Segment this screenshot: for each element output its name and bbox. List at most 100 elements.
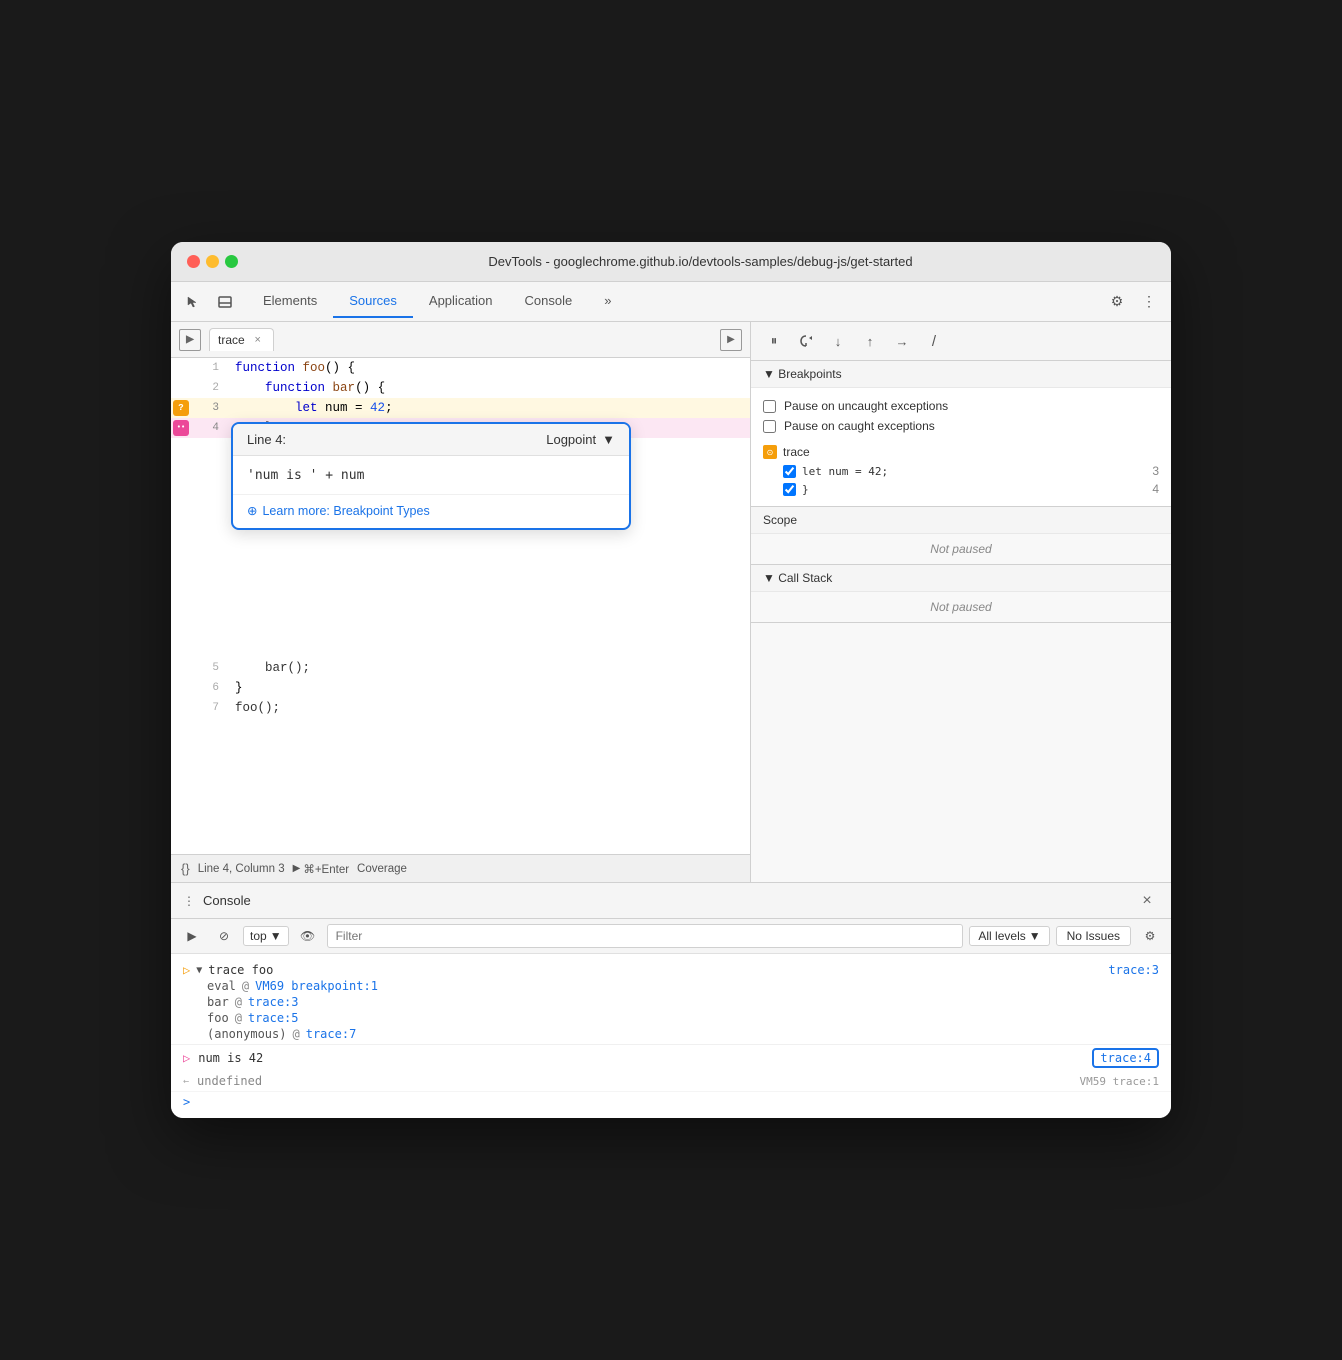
console-settings-icon[interactable]: ⚙ <box>1137 923 1163 949</box>
context-dropdown[interactable]: top ▼ <box>243 926 289 946</box>
code-line-6: 6 } <box>171 678 750 698</box>
step-over-button[interactable] <box>793 328 819 354</box>
context-dropdown-icon: ▼ <box>270 929 282 943</box>
console-close-button[interactable]: × <box>1135 889 1159 913</box>
more-options-icon[interactable]: ⋮ <box>1135 288 1163 316</box>
breakpoints-header[interactable]: ▼ Breakpoints <box>751 361 1171 388</box>
breakpoints-content: Pause on uncaught exceptions Pause on ca… <box>751 388 1171 506</box>
trace-sub-name-anon: (anonymous) <box>207 1027 286 1041</box>
gutter-5 <box>171 658 191 678</box>
trace-group: ▷ ▼ trace foo trace:3 eval @ VM69 breakp… <box>171 960 1171 1044</box>
deactivate-breakpoints-button[interactable]: / <box>921 328 947 354</box>
tab-application[interactable]: Application <box>413 285 509 318</box>
trace-sub-name-foo: foo <box>207 1011 229 1025</box>
logpoint-dropdown-icon: ▼ <box>602 432 615 447</box>
line-content-7: foo(); <box>231 698 750 718</box>
gutter-6 <box>171 678 191 698</box>
bp-line-num-2: 4 <box>1152 482 1159 496</box>
step-button[interactable]: → <box>889 328 915 354</box>
trace-link-eval[interactable]: VM69 breakpoint:1 <box>255 979 378 993</box>
call-stack-header[interactable]: ▼ Call Stack <box>751 565 1171 592</box>
trace-toggle-icon[interactable]: ▼ <box>196 965 202 976</box>
tab-console[interactable]: Console <box>509 285 589 318</box>
breakpoint-item-2: } 4 <box>763 480 1159 498</box>
logpoint-popup: Line 4: Logpoint ▼ ⊕ Learn more: Breakpo… <box>231 422 631 530</box>
minimize-button[interactable] <box>206 255 219 268</box>
output-link[interactable]: trace:4 <box>1092 1048 1159 1068</box>
breakpoint-item-1: let num = 42; 3 <box>763 462 1159 480</box>
code-editor[interactable]: 1 function foo() { 2 function bar() { ? <box>171 358 750 854</box>
bp-line-num-1: 3 <box>1152 464 1159 478</box>
pause-resume-button[interactable]: ⏸ <box>761 328 787 354</box>
line-num-7: 7 <box>191 698 231 718</box>
trace-sub-eval: eval @ VM69 breakpoint:1 <box>171 978 1171 994</box>
code-line-3: ? 3 let num = 42; <box>171 398 750 418</box>
dock-icon[interactable] <box>211 288 239 316</box>
pause-caught-checkbox[interactable] <box>763 420 776 433</box>
tab-sources[interactable]: Sources <box>333 285 413 318</box>
bp-item-checkbox-1[interactable] <box>783 465 796 478</box>
cursor-icon[interactable] <box>179 288 207 316</box>
trace-header-row[interactable]: ▷ ▼ trace foo trace:3 <box>171 962 1171 978</box>
gutter-3[interactable]: ? <box>171 398 191 418</box>
no-issues-button[interactable]: No Issues <box>1056 926 1131 946</box>
gutter-1 <box>171 358 191 378</box>
live-expressions-icon[interactable]: 👁 <box>295 923 321 949</box>
learn-more-link[interactable]: ⊕ Learn more: Breakpoint Types <box>247 503 615 518</box>
right-panel-toggle[interactable]: ▶ <box>720 329 742 351</box>
file-tab-trace[interactable]: trace × <box>209 328 274 351</box>
devtools-window: DevTools - googlechrome.github.io/devtoo… <box>171 242 1171 1118</box>
console-menu-icon[interactable]: ⋮ <box>183 894 195 908</box>
close-button[interactable] <box>187 255 200 268</box>
trace-group-icon: ▷ <box>183 963 190 977</box>
file-navigator-icon[interactable]: ▶ <box>179 329 201 351</box>
trace-link-anon[interactable]: trace:7 <box>306 1027 357 1041</box>
cursor-position: Line 4, Column 3 <box>198 863 285 875</box>
run-button[interactable]: ▶ ⌘+Enter <box>293 862 349 876</box>
left-panel: ▶ trace × ▶ 1 function foo() { <box>171 322 751 882</box>
run-shortcut: ⌘+Enter <box>303 862 349 876</box>
console-filter-input[interactable] <box>327 924 964 948</box>
gutter-4[interactable]: •• <box>171 418 191 438</box>
tab-elements[interactable]: Elements <box>247 285 333 318</box>
devtools-toolbar: Elements Sources Application Console » ⚙… <box>171 282 1171 322</box>
console-prompt[interactable]: > <box>171 1091 1171 1112</box>
undefined-link[interactable]: VM59 trace:1 <box>1080 1075 1159 1088</box>
logpoint-type-label: Logpoint <box>546 432 596 447</box>
logpoint-header: Line 4: Logpoint ▼ <box>233 424 629 456</box>
bp-item-checkbox-2[interactable] <box>783 483 796 496</box>
trace-group-name: trace foo <box>208 963 1108 977</box>
logpoint-badge-4: •• <box>173 420 189 436</box>
settings-icon[interactable]: ⚙ <box>1103 288 1131 316</box>
code-line-5: 5 bar(); <box>171 658 750 678</box>
bp-item-code-1: let num = 42; <box>802 465 888 478</box>
trace-link-foo[interactable]: trace:5 <box>248 1011 299 1025</box>
gutter-2 <box>171 378 191 398</box>
console-title: Console <box>203 893 1135 908</box>
logpoint-type-dropdown[interactable]: Logpoint ▼ <box>546 432 615 447</box>
pause-caught-row: Pause on caught exceptions <box>763 416 1159 436</box>
trace-at-2: @ <box>235 995 242 1009</box>
console-num-output: ▷ num is 42 trace:4 <box>171 1044 1171 1071</box>
scope-header[interactable]: Scope <box>751 507 1171 534</box>
call-stack-title: ▼ Call Stack <box>763 571 832 585</box>
file-tab-close-icon[interactable]: × <box>251 333 265 347</box>
maximize-button[interactable] <box>225 255 238 268</box>
logpoint-expression-input[interactable] <box>247 468 615 483</box>
trace-link-bar[interactable]: trace:3 <box>248 995 299 1009</box>
step-out-button[interactable]: ↑ <box>857 328 883 354</box>
more-tabs-button[interactable]: » <box>588 285 627 318</box>
console-block-icon[interactable]: ⊘ <box>211 923 237 949</box>
gutter-7 <box>171 698 191 718</box>
debug-toolbar: ⏸ ↓ ↑ → / <box>751 322 1171 361</box>
trace-header-link[interactable]: trace:3 <box>1108 963 1159 977</box>
trace-at-3: @ <box>235 1011 242 1025</box>
run-icon: ▶ <box>293 863 301 874</box>
log-levels-dropdown[interactable]: All levels ▼ <box>969 926 1049 946</box>
console-play-icon[interactable]: ▶ <box>179 923 205 949</box>
undefined-text: undefined <box>197 1074 262 1088</box>
pause-uncaught-checkbox[interactable] <box>763 400 776 413</box>
line-num-6: 6 <box>191 678 231 698</box>
step-into-button[interactable]: ↓ <box>825 328 851 354</box>
line-content-3: let num = 42; <box>231 398 750 418</box>
